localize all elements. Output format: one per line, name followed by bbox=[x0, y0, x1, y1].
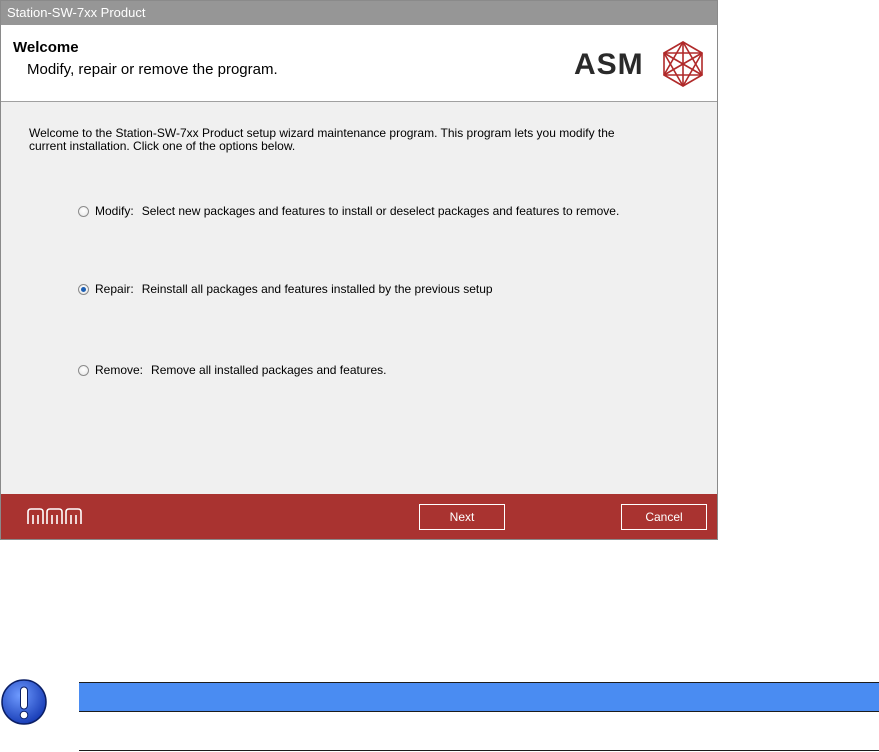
option-remove-label: Remove: bbox=[95, 363, 144, 377]
setup-window: Station-SW-7xx Product Welcome Modify, r… bbox=[0, 0, 718, 540]
window-title: Station-SW-7xx Product bbox=[7, 5, 146, 20]
radio-checked-icon[interactable] bbox=[78, 283, 89, 295]
asm-footer-logo-icon bbox=[27, 508, 82, 524]
page-subtitle: Modify, repair or remove the program. bbox=[27, 61, 278, 78]
radio-unchecked-icon[interactable] bbox=[78, 205, 89, 217]
asm-hexagon-logo-icon bbox=[663, 41, 703, 87]
wizard-header: Welcome Modify, repair or remove the pro… bbox=[1, 25, 717, 102]
option-remove[interactable]: Remove: Remove all installed packages an… bbox=[78, 362, 387, 378]
intro-text: Welcome to the Station-SW-7xx Product se… bbox=[29, 126, 615, 153]
option-repair-label: Repair: bbox=[95, 282, 134, 296]
note-header-bar bbox=[79, 682, 879, 712]
asm-logo-text: ASM bbox=[574, 48, 644, 81]
wizard-footer: Next Cancel bbox=[1, 494, 717, 539]
exclamation-icon bbox=[1, 679, 47, 725]
option-remove-description: Remove all installed packages and featur… bbox=[151, 363, 387, 377]
radio-unchecked-icon[interactable] bbox=[78, 364, 89, 376]
option-modify-description: Select new packages and features to inst… bbox=[141, 204, 620, 218]
option-repair-description: Reinstall all packages and features inst… bbox=[141, 282, 493, 296]
next-button[interactable]: Next bbox=[419, 504, 505, 530]
window-titlebar[interactable]: Station-SW-7xx Product bbox=[1, 1, 717, 25]
option-modify-label: Modify: bbox=[95, 204, 134, 218]
option-modify[interactable]: Modify: Select new packages and features… bbox=[78, 203, 619, 219]
note-divider bbox=[79, 750, 879, 751]
option-repair[interactable]: Repair: Reinstall all packages and featu… bbox=[78, 281, 493, 297]
cancel-button[interactable]: Cancel bbox=[621, 504, 707, 530]
page-title: Welcome bbox=[13, 39, 79, 56]
